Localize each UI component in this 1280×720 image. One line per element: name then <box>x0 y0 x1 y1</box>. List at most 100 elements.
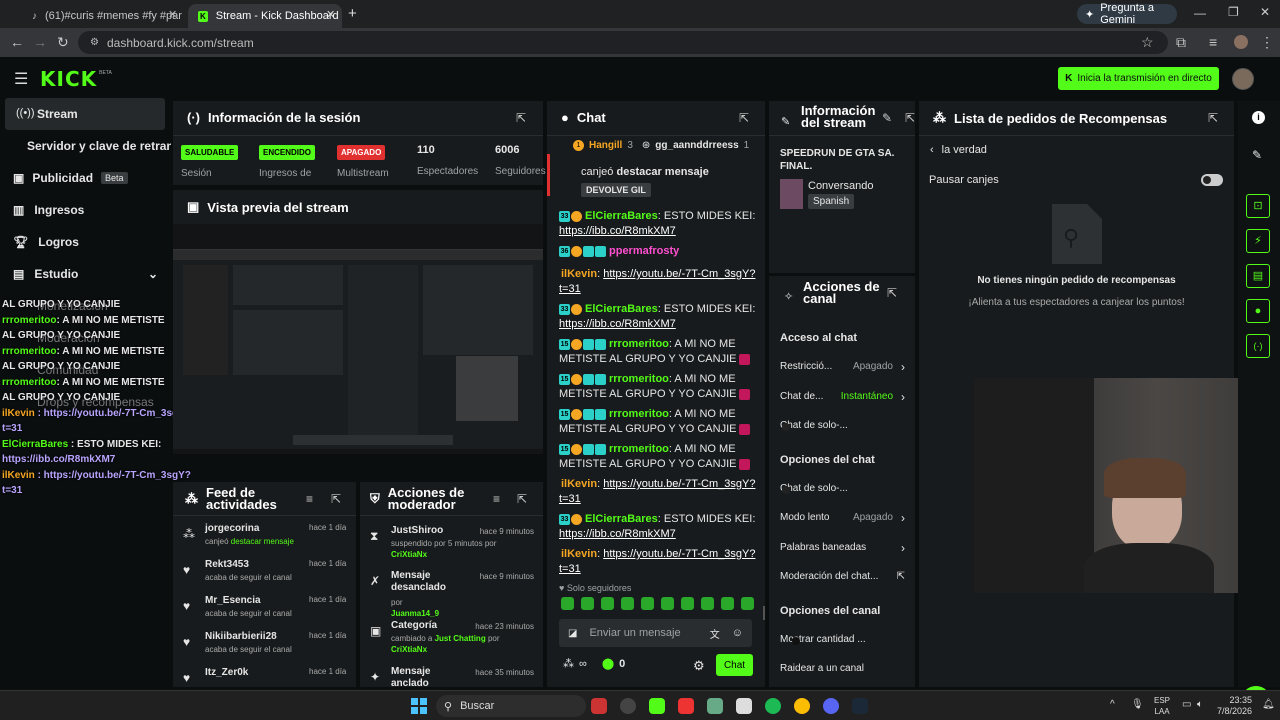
spotify-icon[interactable] <box>765 698 781 714</box>
chat-message[interactable]: ilKevin: https://youtu.be/-7T-Cm_3sgY?t=… <box>559 477 759 507</box>
emote-icon[interactable] <box>601 597 614 610</box>
category-name[interactable]: Conversando <box>808 180 873 192</box>
taskbar-search[interactable]: ⚲ Buscar <box>436 695 586 717</box>
chat-message[interactable]: 15 rrromeritoo: A MI NO ME METISTE AL GRU… <box>559 372 759 402</box>
popout-icon[interactable]: ⇱ <box>739 111 749 125</box>
chat-message[interactable]: 15 rrromeritoo: A MI NO ME METISTE AL GRU… <box>559 337 759 367</box>
document-icon[interactable]: ▤ <box>1246 264 1270 288</box>
chat-link[interactable]: https://ibb.co/R8mkXM7 <box>559 225 676 237</box>
chat-message[interactable]: 33 ElCierraBares: ESTO MIDES KEI: https:/… <box>559 209 759 239</box>
filter-icon[interactable]: ≡ <box>306 492 313 506</box>
chat-message[interactable]: 36 ppermafrosty <box>559 244 759 259</box>
chat-username[interactable]: ElCierraBares <box>585 513 658 525</box>
channel-points[interactable]: ⁂ ∞ ⬤ 0 <box>563 657 625 671</box>
chat-link[interactable]: https://ibb.co/R8mkXM7 <box>559 528 676 540</box>
sidebar-item-logros[interactable]: 🏆︎ Logros <box>13 235 79 249</box>
new-tab-icon[interactable]: + <box>348 5 357 22</box>
emote-icon[interactable] <box>621 597 634 610</box>
info-icon[interactable]: i <box>1252 111 1265 124</box>
chat-username[interactable]: ilKevin <box>561 478 597 490</box>
minimize-icon[interactable]: — <box>1194 6 1206 20</box>
activity-item[interactable]: ⁂ jorgecorina hace 1 día canjeó destacar me… <box>183 523 348 555</box>
mod-action-item[interactable]: ✦ Mensaje anclado hace 35 minutos <box>368 666 536 687</box>
activity-item[interactable]: ♥ Nikiibarbierii28 hace 1 día acaba de segu… <box>183 631 348 663</box>
chat-username[interactable]: rrromeritoo <box>609 373 669 385</box>
popout-icon[interactable]: ⇱ <box>905 111 915 125</box>
chat-scrollbar[interactable] <box>763 606 765 620</box>
sidebar-item-publicidad[interactable]: ▣ Publicidad Beta <box>13 171 128 185</box>
back-icon[interactable]: ← <box>10 35 24 49</box>
chat-username[interactable]: ilKevin <box>561 268 597 280</box>
volume-icon[interactable]: 🔈︎ <box>1197 699 1203 710</box>
chat-message[interactable]: 15 rrromeritoo: A MI NO ME METISTE AL GRU… <box>559 407 759 437</box>
channel-action-row[interactable]: Restricció... Apagado › <box>780 360 905 377</box>
top-user-name[interactable]: gg_aannddrreess <box>655 140 738 151</box>
discord-icon[interactable] <box>823 698 839 714</box>
emote-icon[interactable] <box>701 597 714 610</box>
netflix-icon[interactable] <box>678 698 694 714</box>
rewards-back-link[interactable]: ‹ la verdad <box>930 144 987 156</box>
chat-input[interactable]: ◪ Enviar un mensaje 文 ☺ <box>559 619 752 647</box>
channel-action-row[interactable]: Raidear a un canal <box>780 663 905 679</box>
channel-action-row[interactable]: Chat de... Instantáneo › <box>780 390 905 407</box>
language-indicator[interactable]: ESP LAA <box>1154 695 1170 717</box>
channel-action-row[interactable]: Palabras baneadas › <box>780 541 905 558</box>
stream-preview-video[interactable] <box>173 224 543 454</box>
start-stream-button[interactable]: K Inicia la transmisión en directo <box>1058 67 1219 90</box>
mod-action-item[interactable]: ✗ Mensaje desanclado hace 9 minutos por Juan… <box>368 570 536 618</box>
activity-item[interactable]: ♥ Itz_Zer0k hace 1 día <box>183 667 348 687</box>
steam-icon[interactable] <box>852 698 868 714</box>
chat-send-button[interactable]: Chat <box>716 654 753 676</box>
activity-item[interactable]: ♥ Rekt3453 hace 1 día acaba de seguir el ca… <box>183 559 348 591</box>
popout-icon[interactable]: ⇱ <box>1208 111 1218 125</box>
app-icon[interactable] <box>707 698 723 714</box>
filter-icon[interactable]: ≡ <box>493 492 500 506</box>
translate-icon[interactable]: 文 <box>710 626 720 641</box>
chat-message[interactable]: 15 rrromeritoo: A MI NO ME METISTE AL GRU… <box>559 442 759 472</box>
edit-pencil-icon[interactable]: ✎ <box>882 111 892 125</box>
notifications-icon[interactable]: 🔔︎ <box>1262 699 1275 710</box>
chat-bubble-icon[interactable]: ● <box>1246 299 1270 323</box>
emote-icon[interactable] <box>721 597 734 610</box>
chat-message[interactable]: 33 ElCierraBares: ESTO MIDES KEI: https:/… <box>559 512 759 542</box>
emote-icon[interactable] <box>581 597 594 610</box>
hamburger-menu-icon[interactable]: ☰ <box>14 69 28 89</box>
chat-username[interactable]: ppermafrosty <box>609 245 679 257</box>
forward-icon[interactable]: → <box>33 35 47 49</box>
chat-username[interactable]: rrromeritoo <box>609 338 669 350</box>
profile-avatar[interactable] <box>1234 35 1248 49</box>
top-user-name[interactable]: Hangill <box>589 140 622 151</box>
gemini-button[interactable]: ✦ Pregunta a Gemini <box>1077 2 1177 26</box>
chat-message[interactable]: ilKevin: https://youtu.be/-7T-Cm_3sgY?t=… <box>559 267 759 297</box>
channel-action-row[interactable]: Mostrar cantidad ... <box>780 634 905 650</box>
maximize-icon[interactable]: ❐ <box>1228 5 1239 19</box>
emote-icon[interactable] <box>681 597 694 610</box>
channel-action-row[interactable]: Moderación del chat... ⇱ <box>780 571 905 587</box>
monitor-icon[interactable]: ▭ <box>1182 699 1191 710</box>
emoji-icon[interactable]: ☺ <box>732 627 743 639</box>
address-bar[interactable]: ⚙ dashboard.kick.com/stream <box>78 31 1168 54</box>
mod-action-item[interactable]: ⧗ JustShiroo hace 9 minutos suspendido por … <box>368 525 536 569</box>
chat-message[interactable]: 33 ElCierraBares: ESTO MIDES KEI: https:/… <box>559 302 759 332</box>
chrome-icon[interactable] <box>794 698 810 714</box>
sidebar-item-stream[interactable]: ((•)) Stream <box>5 98 165 130</box>
bookmark-star-icon[interactable]: ☆ <box>1141 35 1154 49</box>
channel-action-row[interactable]: Chat de solo-... <box>780 483 905 499</box>
emote-icon[interactable] <box>561 597 574 610</box>
chat-username[interactable]: ilKevin <box>561 548 597 560</box>
emote-icon[interactable] <box>741 597 754 610</box>
windows-start-icon[interactable] <box>411 698 427 714</box>
sidebar-item-server-key[interactable]: Servidor y clave de retransmisión <box>27 139 171 153</box>
popout-icon[interactable]: ⇱ <box>516 111 526 125</box>
microphone-icon[interactable]: 🎙︎ <box>1131 699 1144 710</box>
sidebar-item-estudio[interactable]: ▤ Estudio ⌄ <box>13 267 158 281</box>
chat-username[interactable]: ElCierraBares <box>585 210 658 222</box>
app-icon[interactable] <box>620 698 636 714</box>
close-tab-icon[interactable]: ✕ <box>168 8 177 21</box>
broadcast-icon[interactable]: (·) <box>1246 334 1270 358</box>
chat-username[interactable]: rrromeritoo <box>609 443 669 455</box>
popout-icon[interactable]: ⇱ <box>887 286 897 300</box>
chat-link[interactable]: https://ibb.co/R8mkXM7 <box>559 318 676 330</box>
mod-action-item[interactable]: ▣ Categoría hace 23 minutos cambiado a Just… <box>368 620 536 664</box>
pencil-icon[interactable]: ✎ <box>1252 148 1262 162</box>
